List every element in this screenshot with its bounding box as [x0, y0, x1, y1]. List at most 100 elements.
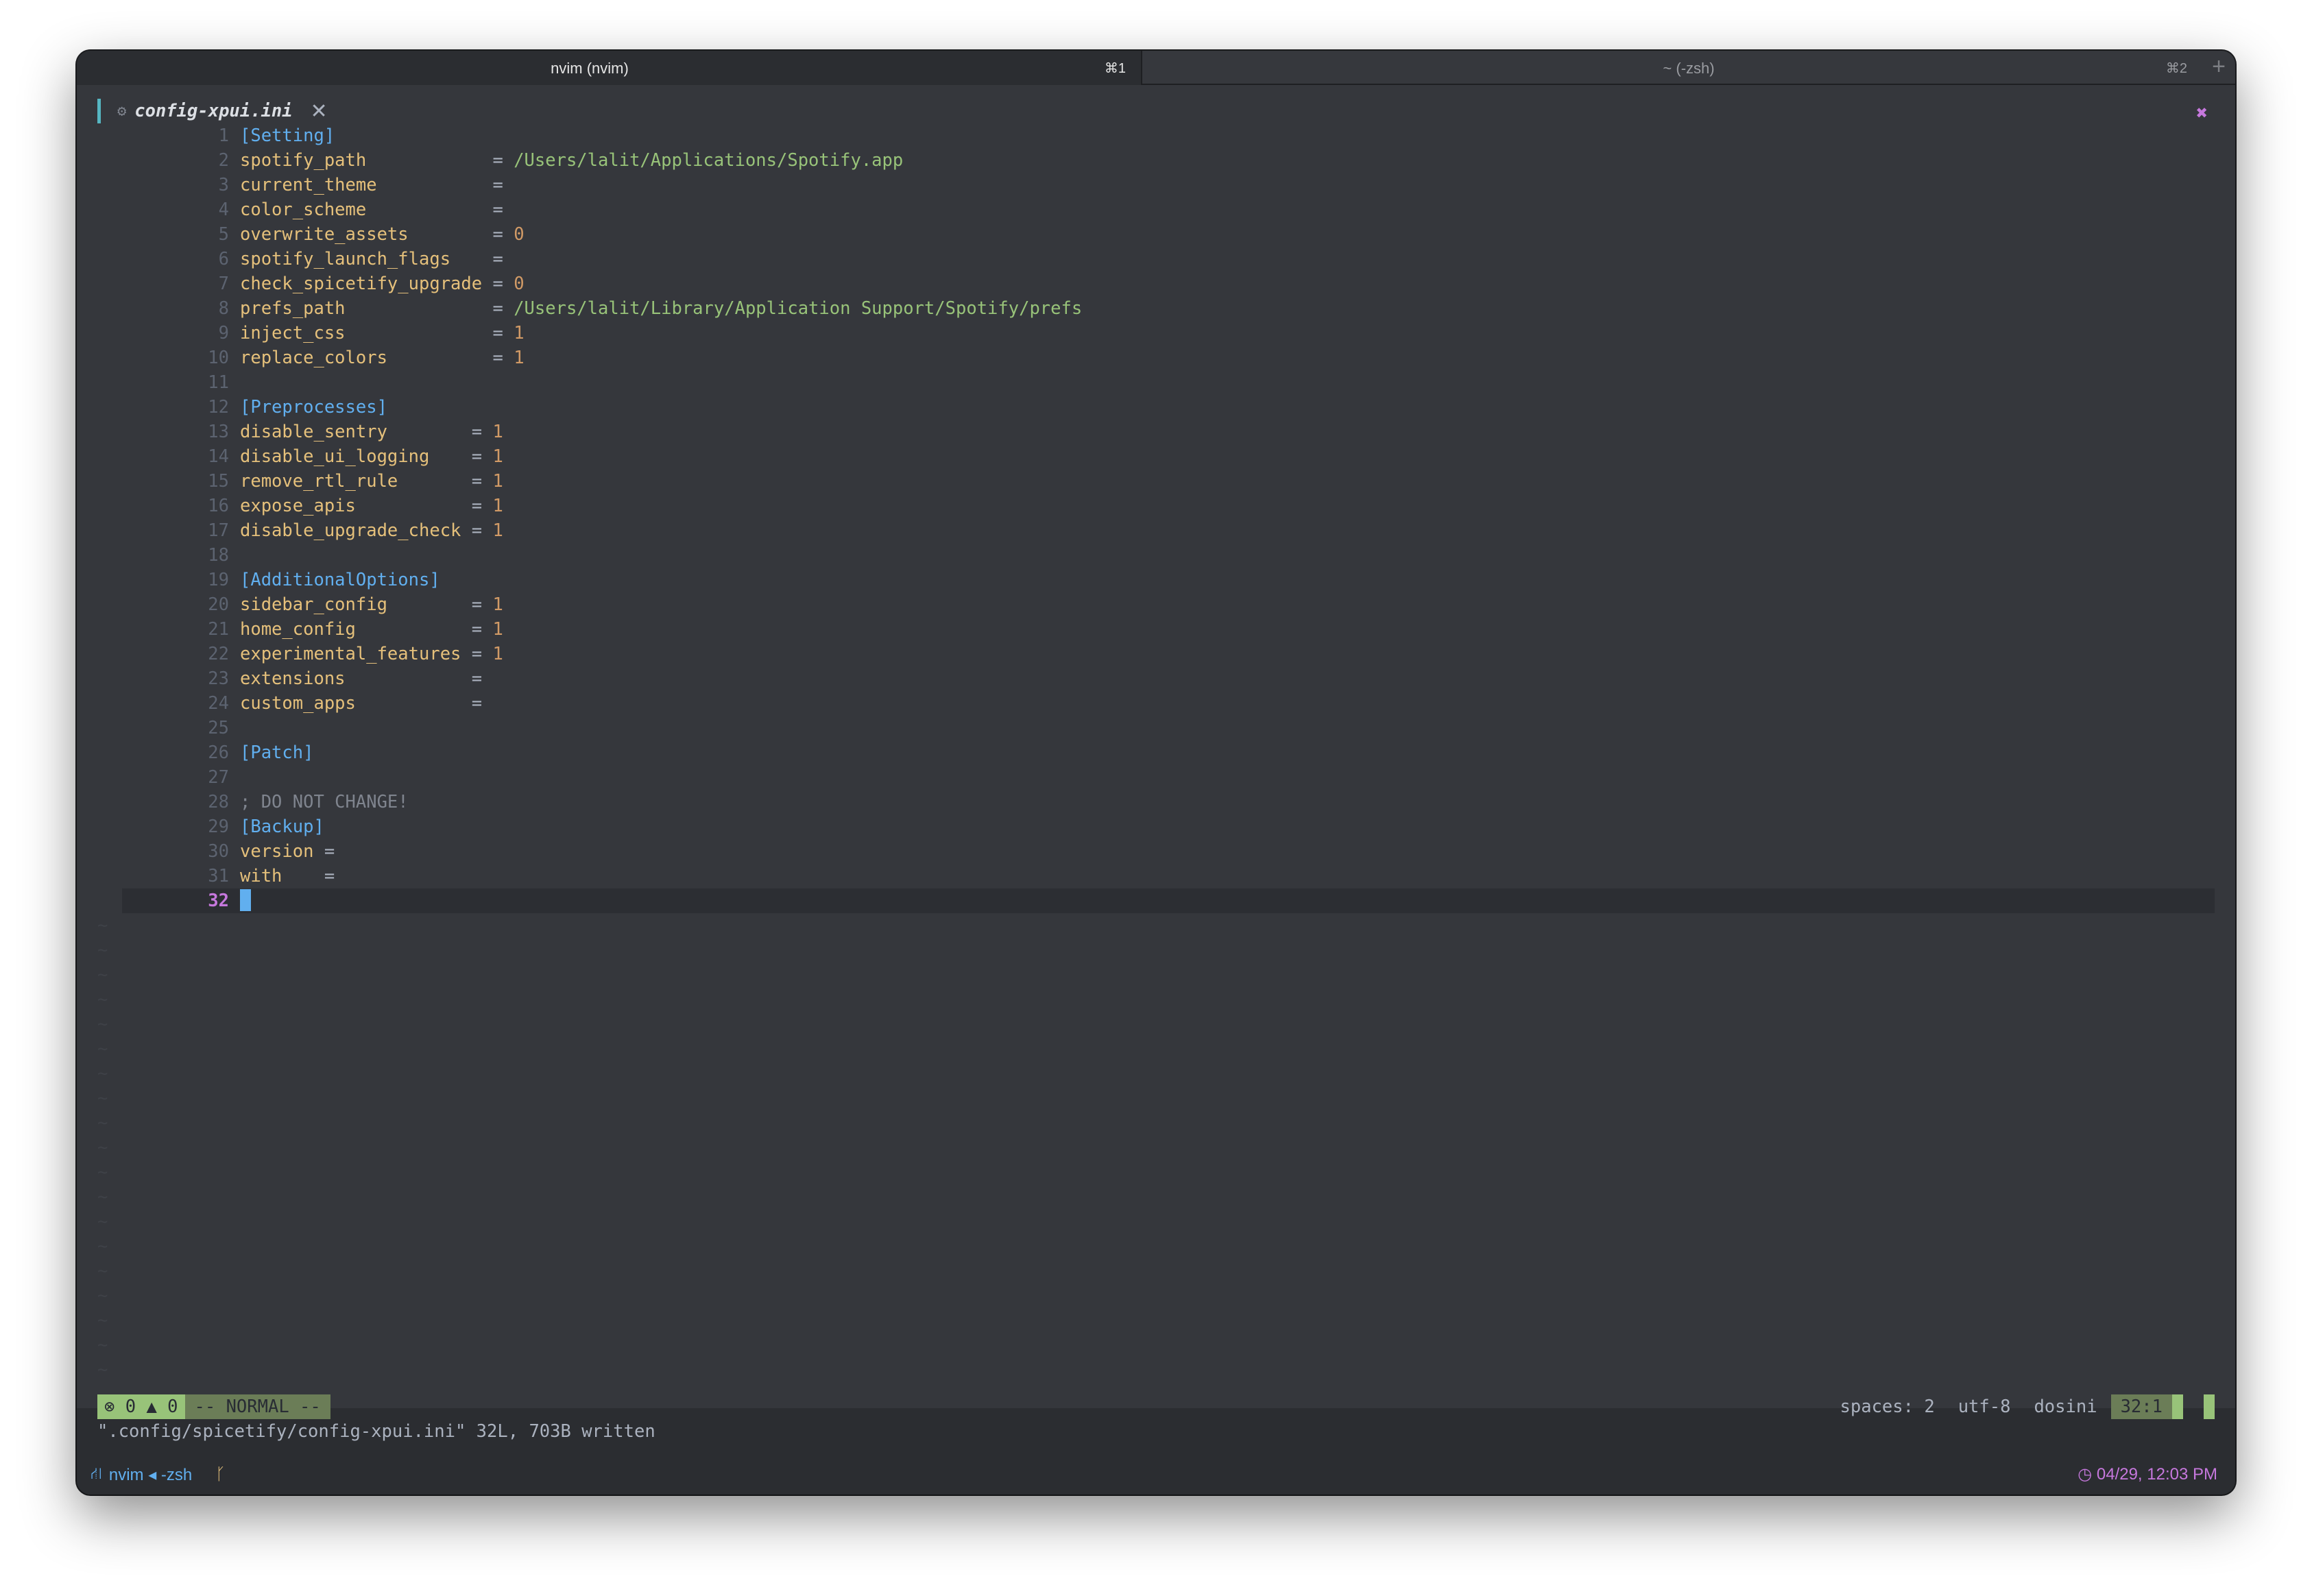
- line-content: [Backup]: [240, 814, 324, 839]
- gear-icon: ⚙: [117, 102, 127, 120]
- code-line[interactable]: 23 extensions =: [77, 666, 2235, 691]
- code-line[interactable]: 21 home_config = 1: [77, 617, 2235, 642]
- empty-line-tilde: ~: [97, 989, 108, 1010]
- line-number: 4: [218, 200, 229, 220]
- line-content: check_spicetify_upgrade = 0: [240, 271, 525, 296]
- code-line[interactable]: 25: [77, 716, 2235, 740]
- line-number: 1: [218, 125, 229, 146]
- line-content: with =: [240, 864, 335, 888]
- empty-line-tilde: ~: [97, 965, 108, 985]
- code-line[interactable]: 6 spotify_launch_flags =: [77, 247, 2235, 271]
- token: remove_rtl_rule: [240, 471, 472, 492]
- empty-line-tilde: ~: [97, 1310, 108, 1331]
- token: expose_apis: [240, 496, 472, 516]
- token: =: [471, 644, 493, 664]
- line-content: expose_apis = 1: [240, 494, 503, 518]
- token: =: [471, 619, 493, 640]
- line-number: 17: [208, 520, 229, 541]
- code-line[interactable]: 9 inject_css = 1: [77, 321, 2235, 346]
- empty-line-tilde: ~: [97, 1261, 108, 1281]
- line-content: version =: [240, 839, 335, 864]
- code-line[interactable]: 15 remove_rtl_rule = 1: [77, 469, 2235, 494]
- line-content: color_scheme =: [240, 197, 503, 222]
- process-breadcrumb: ⛙ nvim ◂ -zsh ᚴ: [91, 1464, 226, 1485]
- token: =: [492, 224, 514, 245]
- line-number: 9: [218, 323, 229, 343]
- line-content: overwrite_assets = 0: [240, 222, 525, 247]
- code-line[interactable]: 26 [Patch]: [77, 740, 2235, 765]
- process-label: nvim ◂ -zsh: [108, 1465, 193, 1484]
- token: 1: [492, 520, 503, 541]
- code-line[interactable]: 24 custom_apps =: [77, 691, 2235, 716]
- line-number: 8: [218, 298, 229, 319]
- code-line[interactable]: 18: [77, 543, 2235, 568]
- warning-count: 0: [167, 1396, 178, 1417]
- buffer-tab[interactable]: ⚙ config-xpui.ini ✕: [97, 99, 328, 123]
- editor[interactable]: ⚙ config-xpui.ini ✕ ✖ 1 [Setting] 2 spotify…: [77, 85, 2235, 1442]
- token: [Setting]: [240, 125, 335, 146]
- filetype: dosini: [2034, 1396, 2097, 1417]
- line-number: 21: [208, 619, 229, 640]
- code-line[interactable]: 13 disable_sentry = 1: [77, 420, 2235, 444]
- code-line[interactable]: 31 with =: [77, 864, 2235, 888]
- tab-title: nvim (nvim): [551, 60, 629, 77]
- line-content: home_config = 1: [240, 617, 503, 642]
- empty-line-tilde: ~: [97, 1211, 108, 1232]
- token: inject_css: [240, 323, 493, 343]
- line-number: 12: [208, 397, 229, 418]
- code-line[interactable]: 30 version =: [77, 839, 2235, 864]
- buffer-name: config-xpui.ini: [134, 101, 293, 121]
- close-all-icon[interactable]: ✖: [2196, 101, 2208, 124]
- token: =: [471, 496, 493, 516]
- tab-shortcut: ⌘2: [2165, 61, 2187, 76]
- code-line[interactable]: 4 color_scheme =: [77, 197, 2235, 222]
- empty-line-tilde: ~: [97, 1088, 108, 1109]
- code-line[interactable]: 27: [77, 765, 2235, 790]
- code-line[interactable]: 16 expose_apis = 1: [77, 494, 2235, 518]
- token: 1: [514, 323, 525, 343]
- error-icon: ⊗: [104, 1396, 115, 1417]
- code-line[interactable]: 1 [Setting]: [77, 123, 2235, 148]
- token: =: [492, 348, 514, 368]
- line-number: 3: [218, 175, 229, 195]
- token: =: [492, 175, 503, 195]
- code-line[interactable]: 17 disable_upgrade_check = 1: [77, 518, 2235, 543]
- tab-zsh[interactable]: ~ (-zsh) ⌘2 +: [1141, 51, 2235, 85]
- code-line[interactable]: 10 replace_colors = 1: [77, 346, 2235, 370]
- datetime: 04/29, 12:03 PM: [2096, 1465, 2217, 1484]
- line-number: 24: [208, 693, 229, 714]
- code-line[interactable]: 11: [77, 370, 2235, 395]
- code-line[interactable]: 2 spotify_path = /Users/lalit/Application…: [77, 148, 2235, 173]
- line-content: ; DO NOT CHANGE!: [240, 790, 409, 814]
- code-line[interactable]: 14 disable_ui_logging = 1: [77, 444, 2235, 469]
- line-content: disable_upgrade_check = 1: [240, 518, 503, 543]
- empty-line-tilde: ~: [97, 1162, 108, 1183]
- scroll-indicator: [2204, 1394, 2215, 1419]
- code-line[interactable]: 28 ; DO NOT CHANGE!: [77, 790, 2235, 814]
- code-line[interactable]: 22 experimental_features = 1: [77, 642, 2235, 666]
- line-number: 16: [208, 496, 229, 516]
- token: spotify_launch_flags: [240, 249, 493, 269]
- code-line[interactable]: 29 [Backup]: [77, 814, 2235, 839]
- code-line[interactable]: 19 [AdditionalOptions]: [77, 568, 2235, 592]
- empty-line-tilde: ~: [97, 1335, 108, 1355]
- line-number: 32: [208, 891, 229, 911]
- code-line[interactable]: 32: [77, 888, 2235, 913]
- code-line[interactable]: 12 [Preprocesses]: [77, 395, 2235, 420]
- line-number: 28: [208, 792, 229, 812]
- clock: ◷ 04/29, 12:03 PM: [2078, 1464, 2217, 1484]
- tab-nvim[interactable]: nvim (nvim) ⌘1: [77, 51, 1141, 85]
- line-number: 14: [208, 446, 229, 467]
- line-number: 23: [208, 668, 229, 689]
- token: home_config: [240, 619, 472, 640]
- code-line[interactable]: 5 overwrite_assets = 0: [77, 222, 2235, 247]
- code-line[interactable]: 8 prefs_path = /Users/lalit/Library/Appli…: [77, 296, 2235, 321]
- token: disable_upgrade_check: [240, 520, 472, 541]
- close-icon[interactable]: ✕: [311, 99, 328, 123]
- code-line[interactable]: 20 sidebar_config = 1: [77, 592, 2235, 617]
- tab-shortcut: ⌘1: [1104, 61, 1126, 76]
- code-line[interactable]: 7 check_spicetify_upgrade = 0: [77, 271, 2235, 296]
- new-tab-button[interactable]: +: [2212, 53, 2226, 80]
- code-line[interactable]: 3 current_theme =: [77, 173, 2235, 197]
- token: =: [492, 274, 514, 294]
